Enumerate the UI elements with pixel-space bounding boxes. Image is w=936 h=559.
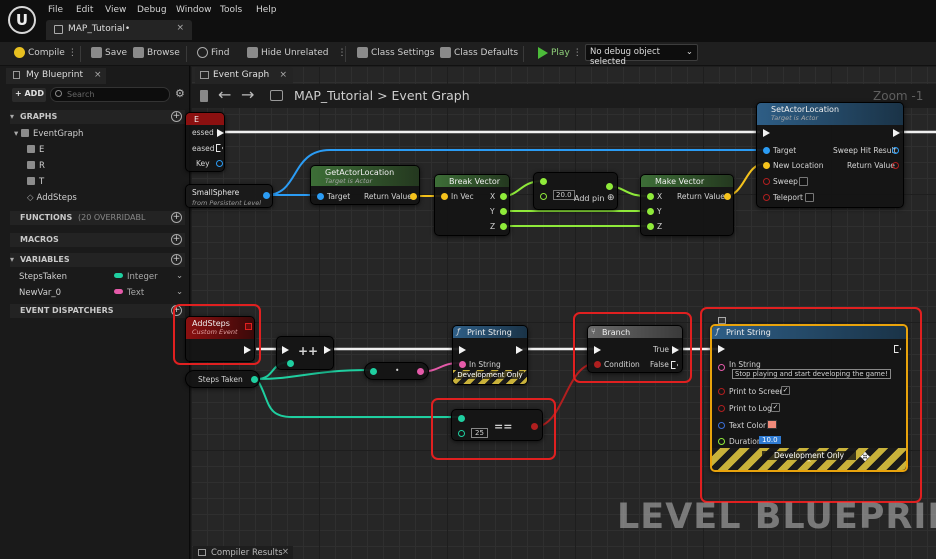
exec-out-pin[interactable] <box>893 129 900 137</box>
annotation-box-addsteps <box>173 304 261 365</box>
vector-pin[interactable] <box>441 193 448 200</box>
pin-label: X <box>657 192 663 201</box>
vector-pin[interactable] <box>410 193 417 200</box>
target-pin[interactable] <box>763 147 770 154</box>
node-title: Make Vector <box>641 175 733 187</box>
node-event-e[interactable]: E essed eased Key <box>185 112 225 172</box>
development-only-stripe: Development Only <box>453 370 527 384</box>
node-get-actor-location[interactable]: GetActorLocation Target is Actor Target … <box>310 165 420 205</box>
compiler-results-tab[interactable]: Compiler Results × <box>193 546 293 559</box>
conversion-label: • <box>395 366 400 375</box>
pin-label: eased <box>192 144 215 153</box>
annotation-box-branch <box>573 312 692 383</box>
node-print-string-small[interactable]: Print String ƒ In String Development Onl… <box>452 325 528 385</box>
node-increment[interactable]: ++ <box>276 336 334 370</box>
float-pin[interactable] <box>647 208 654 215</box>
compiler-results-label: Compiler Results <box>211 548 283 558</box>
node-title: E <box>186 113 224 125</box>
exec-in-pin[interactable] <box>459 346 466 354</box>
key-pin[interactable] <box>216 160 223 167</box>
annotation-box-equals <box>431 398 556 460</box>
add-pin-button[interactable]: Add pin <box>574 194 604 203</box>
pin-label: Key <box>196 159 210 168</box>
float-pin[interactable] <box>647 193 654 200</box>
node-title: Break Vector <box>435 175 509 187</box>
pin-label: essed <box>192 128 214 137</box>
node-subtitle: Target is Actor <box>771 114 819 122</box>
float-pin[interactable] <box>540 193 547 200</box>
close-icon[interactable]: × <box>282 547 289 557</box>
vector-pin[interactable] <box>724 193 731 200</box>
integer-pin[interactable] <box>370 368 377 375</box>
exec-in-pin[interactable] <box>282 346 289 354</box>
vector-pin[interactable] <box>763 162 770 169</box>
integer-pin[interactable] <box>251 376 258 383</box>
plus-circle-icon[interactable]: ⊕ <box>607 193 615 203</box>
pin-label: X <box>490 192 496 201</box>
integer-pin[interactable] <box>287 360 294 367</box>
pin-label: Sweep Hit Result <box>833 146 897 155</box>
pin-label: Return Value <box>677 192 725 201</box>
pin-label: Target <box>327 192 351 201</box>
pin-label: Y <box>490 207 495 216</box>
exec-in-pin[interactable] <box>763 129 770 137</box>
pin-label: Z <box>490 222 496 231</box>
hit-result-pin[interactable] <box>892 147 899 154</box>
node-title: Steps Taken <box>198 375 243 384</box>
pin-label: Teleport <box>773 193 803 202</box>
increment-label: ++ <box>298 344 319 358</box>
object-pin[interactable] <box>263 192 270 199</box>
node-make-vector[interactable]: Make Vector X Y Z Return Value <box>640 174 734 236</box>
node-to-string[interactable]: • <box>364 362 429 380</box>
string-pin[interactable] <box>417 368 424 375</box>
pin-label: Return Value <box>847 161 895 170</box>
pin-label: New Location <box>773 161 824 170</box>
node-subtitle: from Persistent Level <box>192 199 262 207</box>
float-pin[interactable] <box>647 223 654 230</box>
pin-label: In Vec <box>451 192 474 201</box>
pin-label: Y <box>657 207 662 216</box>
pin-label: Target <box>773 146 797 155</box>
integer-wire <box>256 369 373 380</box>
node-set-actor-location[interactable]: SetActorLocation Target is Actor Target … <box>756 102 904 208</box>
float-pin[interactable] <box>540 178 547 185</box>
exec-pin[interactable] <box>217 129 224 137</box>
node-title: Print String <box>453 326 527 338</box>
list-icon <box>198 549 206 556</box>
node-steps-taken-getter[interactable]: Steps Taken <box>185 370 260 388</box>
float-pin[interactable] <box>500 223 507 230</box>
node-title: SetActorLocation <box>771 105 840 114</box>
node-small-sphere[interactable]: SmallSphere from Persistent Level <box>185 184 273 208</box>
exec-out-pin[interactable] <box>516 346 523 354</box>
node-subtitle: Target is Actor <box>325 177 373 185</box>
exec-pin[interactable] <box>216 144 223 152</box>
function-icon: ƒ <box>457 327 460 336</box>
teleport-checkbox[interactable] <box>805 193 814 202</box>
annotation-box-print-string <box>700 307 922 503</box>
pin-label: Z <box>657 222 663 231</box>
float-pin[interactable] <box>500 208 507 215</box>
add-value-input[interactable]: 20.0 <box>553 190 575 200</box>
float-pin[interactable] <box>606 183 613 190</box>
sweep-checkbox[interactable] <box>799 177 808 186</box>
node-add[interactable]: 20.0 Add pin ⊕ <box>533 172 618 210</box>
blueprint-editor: U File Edit View Debug Window Tools Help… <box>0 0 936 559</box>
string-pin[interactable] <box>459 361 466 368</box>
bool-pin[interactable] <box>763 194 770 201</box>
exec-out-pin[interactable] <box>324 346 331 354</box>
bool-pin[interactable] <box>763 178 770 185</box>
node-break-vector[interactable]: Break Vector In Vec X Y Z <box>434 174 510 236</box>
pin-label: Sweep <box>773 177 798 186</box>
pin-label: In String <box>469 360 501 369</box>
node-title: SmallSphere <box>192 188 240 197</box>
level-blueprint-watermark: LEVEL BLUEPRINT <box>617 497 936 537</box>
node-title: GetActorLocation <box>325 168 395 177</box>
development-only-label: Development Only <box>456 371 524 379</box>
float-pin[interactable] <box>500 193 507 200</box>
target-pin[interactable] <box>317 193 324 200</box>
bool-pin[interactable] <box>892 162 899 169</box>
pin-label: Return Value <box>364 192 412 201</box>
